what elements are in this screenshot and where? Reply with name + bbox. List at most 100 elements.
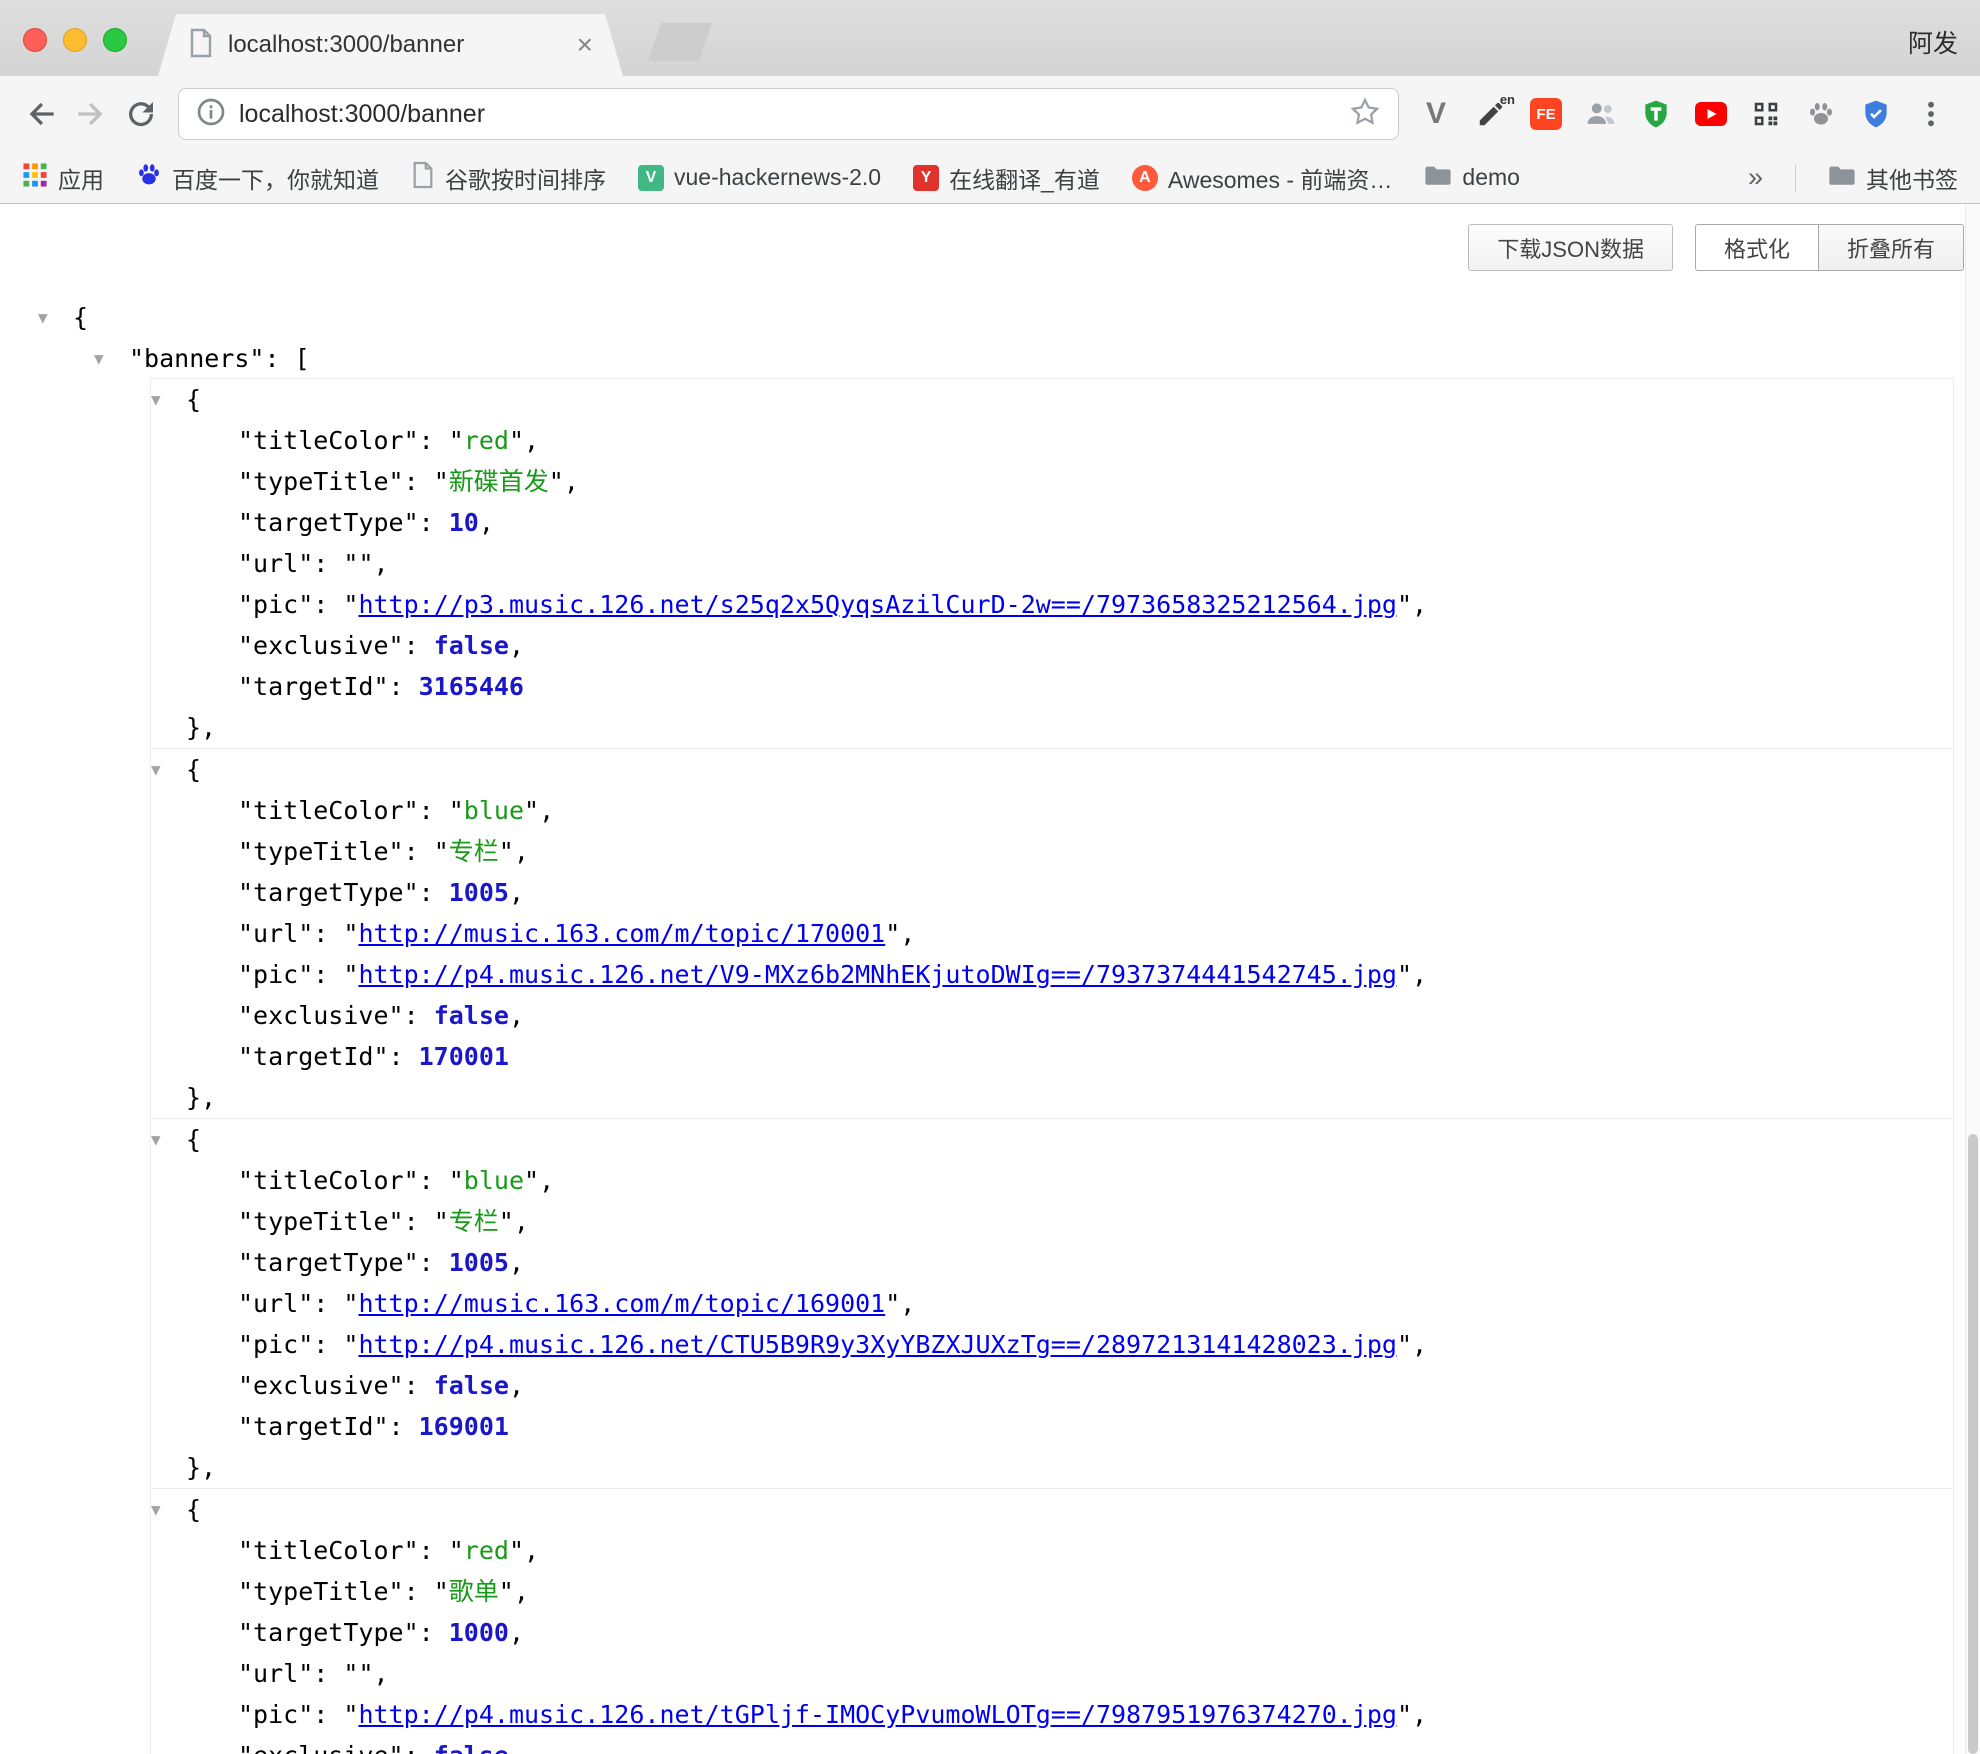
json-line: "titleColor": "red",: [151, 1530, 1953, 1571]
page-icon: [188, 28, 214, 63]
vimium-v-icon[interactable]: V: [1417, 95, 1455, 133]
address-bar[interactable]: localhost:3000/banner: [178, 88, 1399, 140]
extensions-area: V en FE: [1417, 95, 1950, 133]
json-action-bar: 下载JSON数据 格式化 折叠所有: [0, 204, 1980, 271]
json-line: "exclusive": false,: [151, 1365, 1953, 1406]
collapse-all-button[interactable]: 折叠所有: [1819, 224, 1964, 271]
json-line: "exclusive": false,: [151, 625, 1953, 666]
bookmark-apps[interactable]: 应用: [22, 161, 104, 195]
json-line: "url": "",: [151, 543, 1953, 584]
json-line: ▼{: [151, 379, 1953, 420]
green-shield-t-icon[interactable]: [1637, 95, 1675, 133]
new-tab-button[interactable]: [648, 23, 712, 61]
browser-tab[interactable]: localhost:3000/banner ×: [158, 14, 623, 76]
qr-code-icon[interactable]: [1747, 95, 1785, 133]
collapse-triangle-icon[interactable]: ▼: [38, 297, 73, 338]
json-line: "exclusive": false: [151, 1735, 1953, 1754]
folder-icon: [1828, 163, 1856, 193]
scrollbar-thumb[interactable]: [1968, 1134, 1978, 1754]
json-line: ▼{: [151, 1489, 1953, 1530]
fe-icon[interactable]: FE: [1527, 95, 1565, 133]
folder-icon: [1424, 163, 1452, 193]
json-line: "targetType": 1005,: [151, 872, 1953, 913]
json-line: "url": "http://music.163.com/m/topic/170…: [151, 913, 1953, 954]
json-line: "pic": "http://p4.music.126.net/CTU5B9R9…: [151, 1324, 1953, 1365]
json-line: "url": "",: [151, 1653, 1953, 1694]
other-bookmarks-label: 其他书签: [1866, 161, 1958, 195]
json-url-link[interactable]: http://music.163.com/m/topic/169001: [358, 1289, 885, 1318]
back-button[interactable]: [16, 89, 66, 139]
format-button[interactable]: 格式化: [1695, 224, 1819, 271]
paw-icon[interactable]: [1802, 95, 1840, 133]
json-line: },: [151, 707, 1953, 748]
json-line: "titleColor": "blue",: [151, 790, 1953, 831]
window-zoom-button[interactable]: [103, 28, 127, 52]
json-url-link[interactable]: http://p3.music.126.net/s25q2x5QyqsAzilC…: [358, 590, 1397, 619]
tab-title: localhost:3000/banner: [228, 31, 567, 59]
json-line: "typeTitle": "新碟首发",: [151, 461, 1953, 502]
bookmarks-bar: 应用 百度一下，你就知道 谷歌按时间排序 V vue-hackernews-2.…: [0, 152, 1980, 204]
bookmark-label: Awesomes - 前端资…: [1168, 161, 1393, 195]
bookmark-vue-hackernews[interactable]: V vue-hackernews-2.0: [638, 164, 881, 191]
youdao-y-icon: Y: [913, 165, 939, 191]
blue-shield-check-icon[interactable]: [1857, 95, 1895, 133]
collapse-triangle-icon[interactable]: ▼: [151, 379, 186, 420]
json-url-link[interactable]: http://p4.music.126.net/tGPljf-IMOCyPvum…: [358, 1700, 1397, 1729]
bookmark-label: 百度一下，你就知道: [172, 161, 379, 195]
json-line: "targetType": 1005,: [151, 1242, 1953, 1283]
download-json-button[interactable]: 下载JSON数据: [1468, 224, 1673, 271]
json-line: },: [151, 1077, 1953, 1118]
json-line: "pic": "http://p4.music.126.net/V9-MXz6b…: [151, 954, 1953, 995]
url-text[interactable]: localhost:3000/banner: [239, 100, 1348, 129]
bookmark-youdao[interactable]: Y 在线翻译_有道: [913, 161, 1100, 195]
bookmark-google-sort[interactable]: 谷歌按时间排序: [411, 161, 606, 195]
json-url-link[interactable]: http://p4.music.126.net/CTU5B9R9y3XyYBZX…: [358, 1330, 1397, 1359]
collapse-triangle-icon[interactable]: ▼: [94, 338, 129, 379]
vue-v-icon: V: [638, 165, 664, 191]
bookmark-label: 应用: [58, 161, 104, 195]
json-object-block: ▼{"titleColor": "red","typeTitle": "新碟首发…: [150, 378, 1954, 749]
collapse-triangle-icon[interactable]: ▼: [151, 1489, 186, 1530]
profile-name[interactable]: 阿发: [1908, 24, 1958, 60]
json-object-block: ▼{"titleColor": "red","typeTitle": "歌单",…: [150, 1488, 1954, 1754]
translate-pencil-en-icon[interactable]: en: [1472, 95, 1510, 133]
people-icon[interactable]: [1582, 95, 1620, 133]
other-bookmarks[interactable]: 其他书签: [1828, 161, 1958, 195]
json-line: "typeTitle": "专栏",: [151, 1201, 1953, 1242]
info-icon[interactable]: [195, 96, 227, 133]
json-line: ▼{: [151, 1119, 1953, 1160]
json-object-block: ▼{"titleColor": "blue","typeTitle": "专栏"…: [150, 748, 1954, 1119]
json-url-link[interactable]: http://music.163.com/m/topic/170001: [358, 919, 885, 948]
json-line: "targetId": 3165446: [151, 666, 1953, 707]
json-line: "typeTitle": "歌单",: [151, 1571, 1953, 1612]
json-line: "exclusive": false,: [151, 995, 1953, 1036]
collapse-triangle-icon[interactable]: ▼: [151, 1119, 186, 1160]
window-close-button[interactable]: [23, 28, 47, 52]
bookmark-baidu[interactable]: 百度一下，你就知道: [136, 161, 379, 195]
json-url-link[interactable]: http://p4.music.126.net/V9-MXz6b2MNhEKju…: [358, 960, 1397, 989]
bookmark-demo-folder[interactable]: demo: [1424, 163, 1520, 193]
bookmark-label: 谷歌按时间排序: [445, 161, 606, 195]
browser-window: localhost:3000/banner × 阿发 localhost:300…: [0, 0, 1980, 1754]
json-line: },: [151, 1447, 1953, 1488]
baidu-paw-icon: [136, 162, 162, 194]
tab-close-icon[interactable]: ×: [577, 31, 593, 59]
document-icon: [411, 161, 435, 195]
json-line: "targetId": 169001: [151, 1406, 1953, 1447]
kebab-menu-icon[interactable]: [1912, 95, 1950, 133]
bookmark-star-icon[interactable]: [1348, 95, 1382, 134]
json-line: ▼{: [38, 297, 1954, 338]
reload-button[interactable]: [116, 89, 166, 139]
view-mode-group: 格式化 折叠所有: [1695, 224, 1964, 271]
bookmark-label: vue-hackernews-2.0: [674, 164, 881, 191]
page-content: 下载JSON数据 格式化 折叠所有 ▼{▼"banners": [▼{"titl…: [0, 204, 1980, 1754]
youtube-icon[interactable]: [1692, 95, 1730, 133]
bookmarks-overflow-chevron[interactable]: »: [1748, 162, 1763, 193]
json-line: "targetType": 1000,: [151, 1612, 1953, 1653]
window-controls: [23, 28, 127, 52]
page-scrollbar[interactable]: [1965, 204, 1980, 1754]
bookmark-awesomes[interactable]: A Awesomes - 前端资…: [1132, 161, 1393, 195]
collapse-triangle-icon[interactable]: ▼: [151, 749, 186, 790]
window-minimize-button[interactable]: [63, 28, 87, 52]
forward-button[interactable]: [66, 89, 116, 139]
